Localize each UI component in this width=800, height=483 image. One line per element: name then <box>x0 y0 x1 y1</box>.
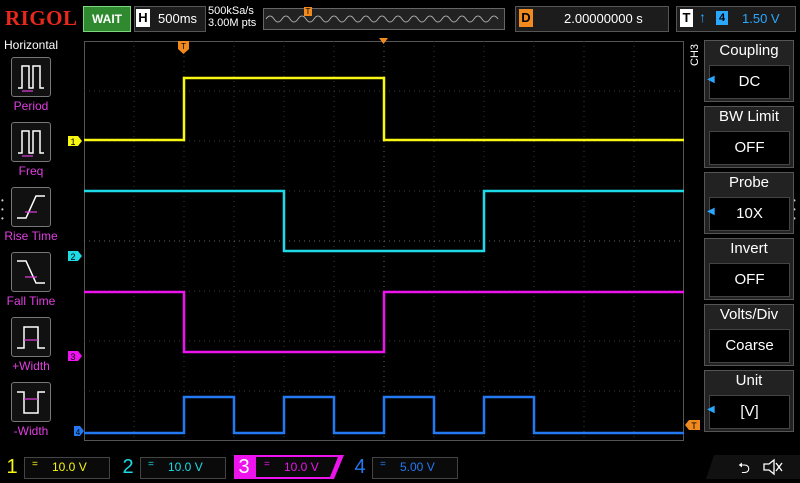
channel-menu-label: CH3 <box>689 43 701 66</box>
unit-menu-item[interactable]: Unit [V] ◀ <box>704 370 794 432</box>
trigger-source: 4 <box>716 11 728 25</box>
measure-fall-time-button[interactable]: Fall Time <box>0 252 62 308</box>
ch3-trace <box>84 290 684 354</box>
invert-menu-item[interactable]: Invert OFF <box>704 238 794 300</box>
negative-width-icon <box>11 382 51 422</box>
ch4-coupling: = <box>380 459 386 470</box>
ch1-offset-marker[interactable]: 1 <box>68 134 84 148</box>
coupling-title: Coupling <box>719 42 779 59</box>
ch3-scale: 10.0 V <box>284 460 319 474</box>
volts-div-value: Coarse <box>709 329 790 363</box>
trigger-level: 1.50 V <box>742 11 780 26</box>
measure-freq-button[interactable]: Freq <box>0 122 62 178</box>
unit-value: [V] <box>709 395 790 429</box>
rise-time-icon <box>11 187 51 227</box>
ch2-scale: 10.0 V <box>168 460 203 474</box>
invert-title: Invert <box>730 240 768 257</box>
ch4-number: 4 <box>354 456 366 478</box>
waveform-traces <box>84 76 684 435</box>
probe-title: Probe <box>728 174 770 191</box>
brand-logo: RIGOL <box>5 6 78 30</box>
ch4-marker-label: 4 <box>76 428 81 437</box>
ch3-status-tab[interactable]: 3 = 10.0 V <box>234 455 344 479</box>
ch1-marker-label: 1 <box>70 137 75 147</box>
ch1-number: 1 <box>6 456 18 478</box>
positive-width-icon <box>11 317 51 357</box>
center-position-marker <box>379 38 388 44</box>
ch3-coupling: = <box>264 459 270 470</box>
invert-value: OFF <box>709 263 790 297</box>
period-icon <box>11 57 51 97</box>
ch4-status-tab[interactable]: 4 = 5.00 V <box>350 455 460 479</box>
volts-div-menu-item[interactable]: Volts/Div Coarse <box>704 304 794 366</box>
positive-width-label: +Width <box>12 359 50 373</box>
left-menu-title: Horizontal <box>3 38 59 52</box>
fall-time-label: Fall Time <box>6 294 56 308</box>
sample-rate: 500kSa/s <box>208 5 254 17</box>
bw-limit-menu-item[interactable]: BW Limit OFF <box>704 106 794 168</box>
freq-label: Freq <box>18 164 44 178</box>
delay-letter: D <box>519 9 533 27</box>
trigger-position-marker[interactable]: T <box>178 41 190 55</box>
ch4-offset-marker[interactable]: 4 <box>74 424 86 438</box>
coupling-menu-item[interactable]: Coupling DC ◀ <box>704 40 794 102</box>
memory-depth: 3.00M pts <box>208 17 257 29</box>
memory-trigger-marker: T <box>304 7 312 16</box>
measure-period-button[interactable]: Period <box>0 57 62 113</box>
ch4-trace <box>84 395 684 435</box>
left-arrow-icon: ◀ <box>707 74 715 85</box>
ch4-scale: 5.00 V <box>400 460 435 474</box>
memory-overview-bar[interactable] <box>263 8 505 30</box>
left-scroll-dots: • • • <box>1 196 4 223</box>
ch1-coupling: = <box>32 459 38 470</box>
delay-value: 2.00000000 s <box>564 11 643 26</box>
ch2-status-tab[interactable]: 2 = 10.0 V <box>118 455 228 479</box>
freq-icon <box>11 122 51 162</box>
ch1-scale: 10.0 V <box>52 460 87 474</box>
probe-menu-item[interactable]: Probe 10X ◀ <box>704 172 794 234</box>
left-arrow-icon: ◀ <box>707 404 715 415</box>
usb-icon: ⮌ <box>738 460 751 477</box>
probe-value: 10X <box>709 197 790 231</box>
run-status-badge[interactable]: WAIT <box>83 6 131 32</box>
trigger-level-marker-label: T <box>691 421 697 431</box>
volts-div-title: Volts/Div <box>719 306 779 323</box>
measure-negative-width-button[interactable]: -Width <box>0 382 62 438</box>
unit-title: Unit <box>735 372 763 389</box>
timebase-value: 500ms <box>158 11 198 26</box>
ch1-status-tab[interactable]: 1 = 10.0 V <box>2 455 112 479</box>
rise-time-label: Rise Time <box>4 229 58 243</box>
ch1-trace <box>84 76 684 142</box>
rising-edge-icon: ↑ <box>699 9 706 25</box>
waveform-grid[interactable] <box>84 41 684 441</box>
ch3-marker-label: 3 <box>70 352 75 362</box>
trigger-top-label: T <box>181 42 186 51</box>
ch2-marker-label: 2 <box>70 252 75 262</box>
measure-rise-time-button[interactable]: Rise Time <box>0 187 62 243</box>
period-label: Period <box>13 99 49 113</box>
timebase-letter: H <box>136 9 150 27</box>
ch2-number: 2 <box>122 456 134 478</box>
coupling-value: DC <box>709 65 790 99</box>
fall-time-icon <box>11 252 51 292</box>
acquisition-info: 500kSa/s 3.00M pts <box>208 5 256 29</box>
ch3-number: 3 <box>238 456 250 478</box>
status-icons-area <box>706 455 800 479</box>
speaker-muted-icon[interactable] <box>762 457 784 477</box>
ch3-offset-marker[interactable]: 3 <box>68 349 84 363</box>
channel-settings-menu: Coupling DC ◀ BW Limit OFF Probe 10X ◀ I… <box>704 38 800 448</box>
ch2-offset-marker[interactable]: 2 <box>68 249 84 263</box>
left-arrow-icon: ◀ <box>707 206 715 217</box>
trigger-letter: T <box>680 9 693 27</box>
bw-limit-value: OFF <box>709 131 790 165</box>
memory-overview-waveform <box>265 15 499 23</box>
trigger-level-marker[interactable]: T <box>685 418 701 432</box>
measure-positive-width-button[interactable]: +Width <box>0 317 62 373</box>
bw-limit-title: BW Limit <box>719 108 779 125</box>
negative-width-label: -Width <box>13 424 49 438</box>
ch2-coupling: = <box>148 459 154 470</box>
